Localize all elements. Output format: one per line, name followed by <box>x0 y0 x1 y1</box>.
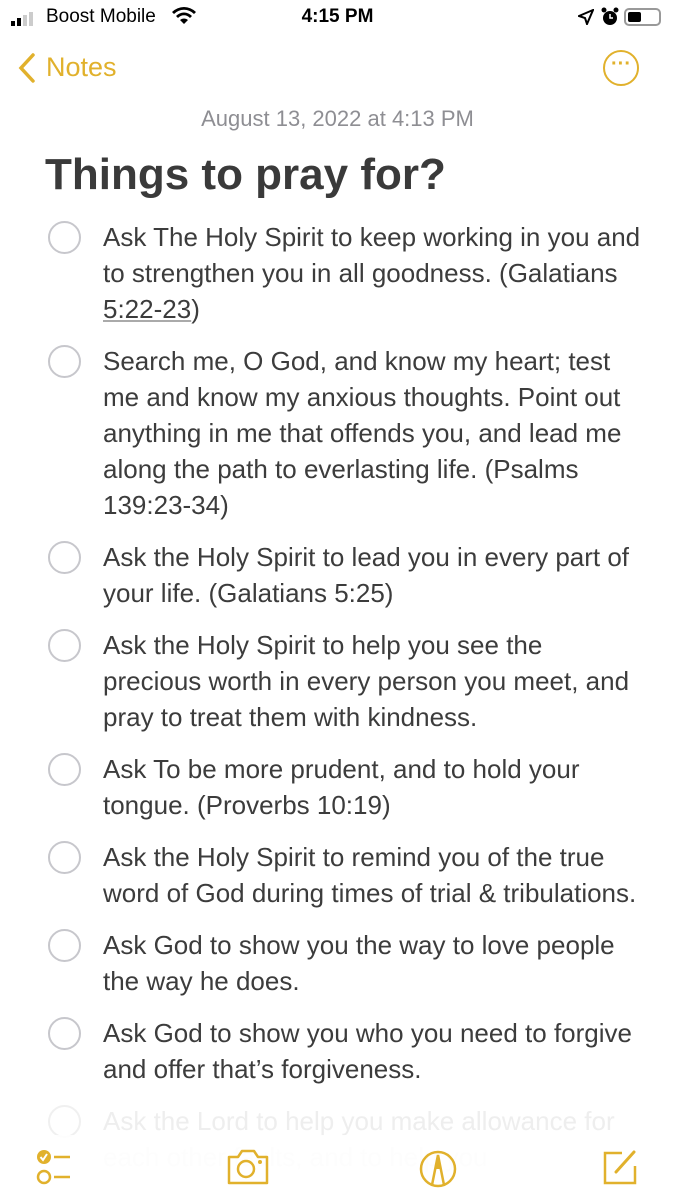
checklist-item: Search me, O God, and know my heart; tes… <box>0 343 675 523</box>
checklist-item: Ask the Holy Spirit to help you see the … <box>0 627 675 735</box>
chevron-left-icon <box>18 52 35 83</box>
location-icon <box>578 9 594 25</box>
checklist-item: Ask To be more prudent, and to hold your… <box>0 751 675 823</box>
checkbox[interactable] <box>48 1017 81 1050</box>
checkbox[interactable] <box>48 629 81 662</box>
status-bar: Boost Mobile 4:15 PM <box>0 0 675 36</box>
checklist-item: Ask God to show you who you need to forg… <box>0 1015 675 1087</box>
checklist-item: Ask The Holy Spirit to keep working in y… <box>0 219 675 327</box>
checkbox[interactable] <box>48 1105 81 1138</box>
alarm-icon <box>601 7 619 25</box>
note-title[interactable]: Things to pray for? <box>45 150 446 200</box>
item-text[interactable]: Ask To be more prudent, and to hold your… <box>103 754 579 820</box>
markup-icon[interactable] <box>418 1147 458 1191</box>
back-button[interactable]: Notes <box>18 52 117 83</box>
battery-icon <box>624 8 661 26</box>
item-text[interactable]: Ask the Holy Spirit to help you see the … <box>103 630 629 732</box>
compose-icon[interactable] <box>600 1147 640 1187</box>
checkbox[interactable] <box>48 841 81 874</box>
note-date: August 13, 2022 at 4:13 PM <box>201 106 474 131</box>
more-button[interactable]: ··· <box>603 50 639 86</box>
bottom-toolbar <box>0 1135 675 1200</box>
item-text[interactable]: Ask God to show you the way to love peop… <box>103 930 615 996</box>
checkbox[interactable] <box>48 221 81 254</box>
item-text[interactable]: Ask the Holy Spirit to remind you of the… <box>103 842 636 908</box>
ellipsis-icon: ··· <box>611 53 631 75</box>
clock: 4:15 PM <box>301 6 374 27</box>
checklist: Ask The Holy Spirit to keep working in y… <box>0 219 675 1191</box>
item-text[interactable]: Ask The Holy Spirit to keep working in y… <box>103 222 640 288</box>
checklist-item: Ask the Holy Spirit to lead you in every… <box>0 539 675 611</box>
item-text[interactable]: Search me, O God, and know my heart; tes… <box>103 346 621 520</box>
checklist-item: Ask God to show you the way to love peop… <box>0 927 675 999</box>
item-text-end: ) <box>191 294 200 324</box>
checkbox[interactable] <box>48 345 81 378</box>
back-label: Notes <box>46 52 117 82</box>
scripture-link[interactable]: 5:22-23 <box>103 294 191 324</box>
checklist-item: Ask the Holy Spirit to remind you of the… <box>0 839 675 911</box>
checklist-icon[interactable] <box>36 1147 78 1187</box>
camera-icon[interactable] <box>225 1147 271 1187</box>
checkbox[interactable] <box>48 753 81 786</box>
item-text[interactable]: Ask the Holy Spirit to lead you in every… <box>103 542 629 608</box>
checkbox[interactable] <box>48 929 81 962</box>
item-text[interactable]: Ask God to show you who you need to forg… <box>103 1018 632 1084</box>
checkbox[interactable] <box>48 541 81 574</box>
navigation-bar: Notes ··· <box>0 48 675 92</box>
